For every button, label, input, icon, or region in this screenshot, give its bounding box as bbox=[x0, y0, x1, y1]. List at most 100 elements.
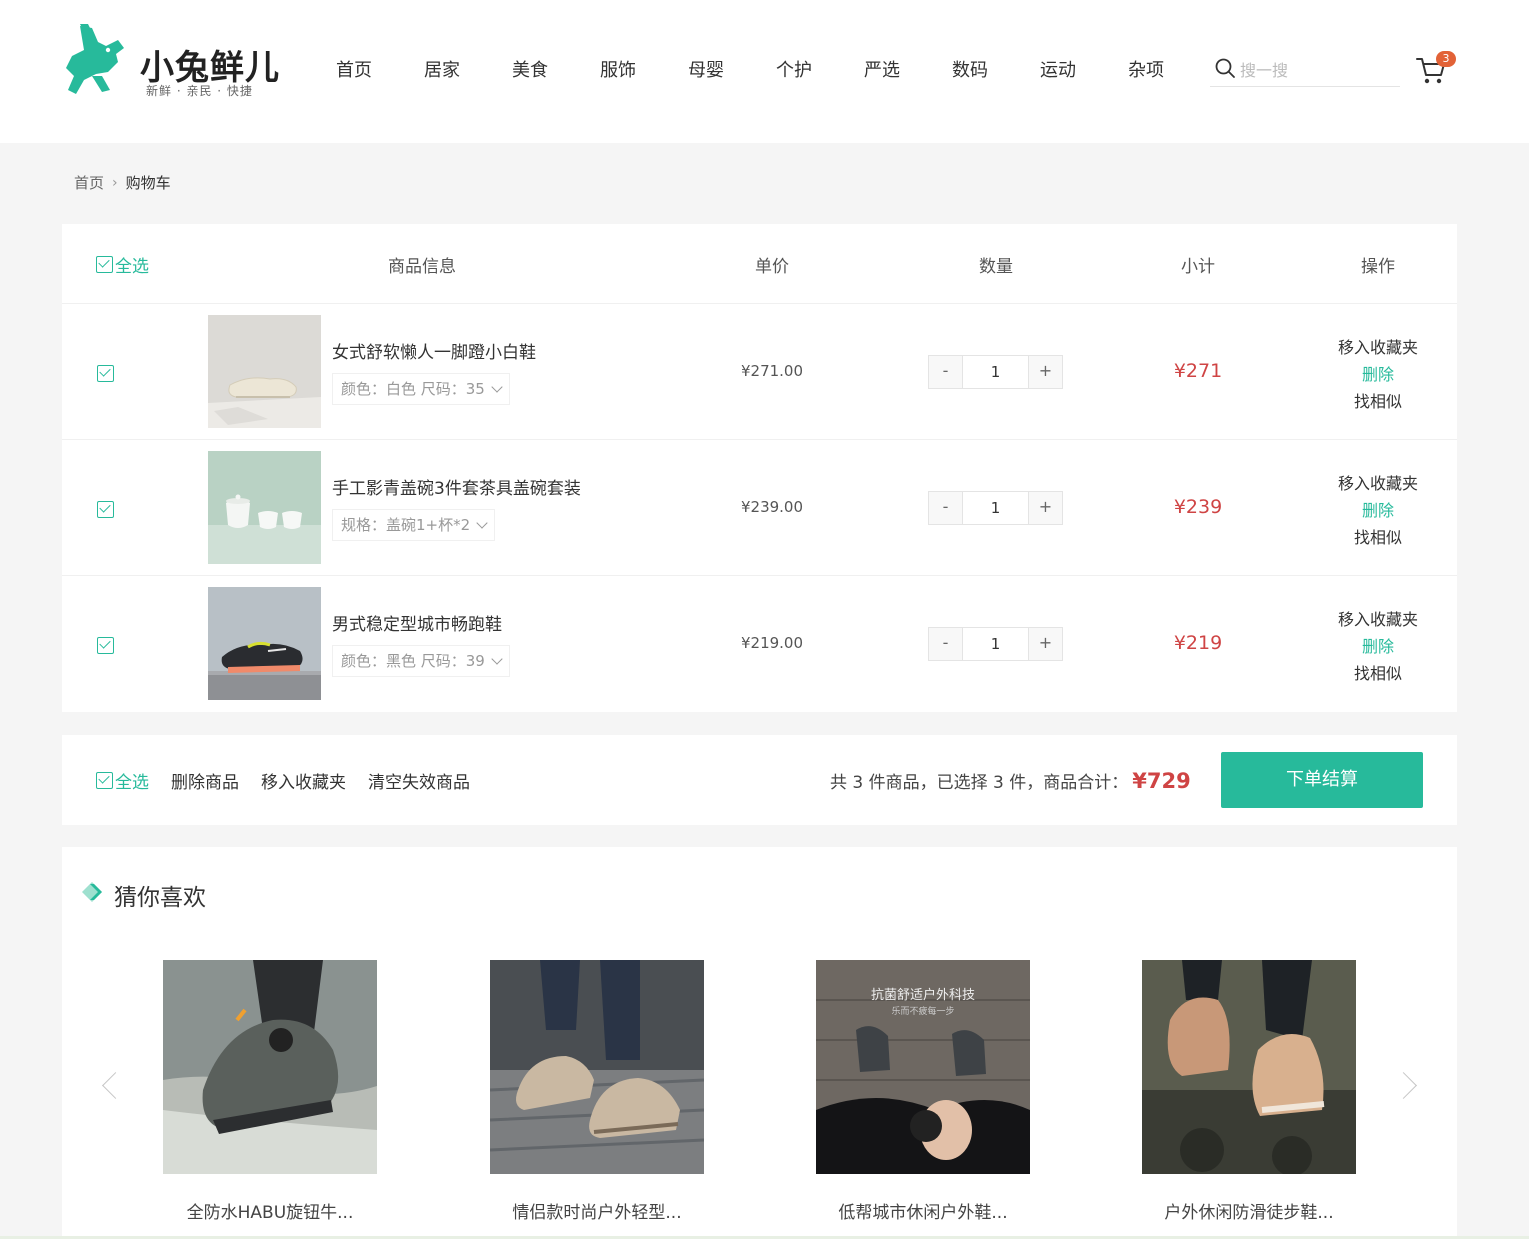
product-thumbnail[interactable] bbox=[208, 315, 321, 428]
find-similar-link[interactable]: 找相似 bbox=[1328, 524, 1428, 551]
product-spec-text: 颜色：黑色 尺码：39 bbox=[341, 652, 485, 670]
rabbit-logo-icon bbox=[66, 24, 124, 94]
select-all-checkbox[interactable] bbox=[96, 772, 113, 789]
clear-invalid-link[interactable]: 清空失效商品 bbox=[368, 768, 470, 793]
delete-link[interactable]: 删除 bbox=[1328, 497, 1428, 524]
item-checkbox[interactable] bbox=[97, 637, 114, 654]
item-ops: 移入收藏夹 删除 找相似 bbox=[1328, 470, 1428, 551]
select-all-label[interactable]: 全选 bbox=[115, 257, 149, 277]
move-to-favorites-link[interactable]: 移入收藏夹 bbox=[1328, 470, 1428, 497]
recommend-card[interactable]: 户外休闲防滑徒步鞋... bbox=[1142, 960, 1356, 1223]
cart-action-bar: 全选 删除商品 移入收藏夹 清空失效商品 共 3 件商品，已选择 3 件，商品合… bbox=[62, 735, 1457, 825]
qty-plus-button[interactable]: + bbox=[1029, 628, 1062, 660]
image-overlay-text: 抗菌舒适户外科技 bbox=[870, 988, 975, 1003]
nav-item-selection[interactable]: 严选 bbox=[838, 56, 926, 84]
nav-item-digital[interactable]: 数码 bbox=[926, 56, 1014, 84]
chevron-down-icon bbox=[491, 381, 503, 393]
product-thumbnail[interactable] bbox=[208, 451, 321, 564]
cart-row: 女式舒软懒人一脚蹬小白鞋 颜色：白色 尺码：35 ¥271.00 - 1 + ¥… bbox=[62, 304, 1457, 440]
qty-value[interactable]: 1 bbox=[962, 356, 1029, 388]
site-logo[interactable]: 小兔鲜儿 新鲜 · 亲民 · 快捷 bbox=[62, 20, 287, 100]
casual-shoe-image bbox=[490, 960, 704, 1174]
recommend-product-name: 全防水HABU旋钮牛... bbox=[186, 1203, 354, 1223]
running-shoe-image bbox=[208, 587, 321, 700]
nav-item-personal-care[interactable]: 个护 bbox=[750, 56, 838, 84]
qty-plus-button[interactable]: + bbox=[1029, 492, 1062, 524]
recommend-product-name: 户外休闲防滑徒步鞋... bbox=[1164, 1203, 1334, 1223]
nav-item-baby[interactable]: 母婴 bbox=[662, 56, 750, 84]
image-overlay-subtext: 乐而不疲每一步 bbox=[891, 1007, 955, 1017]
product-image bbox=[1142, 960, 1356, 1174]
delete-selected-link[interactable]: 删除商品 bbox=[171, 768, 239, 793]
cart-row: 男式稳定型城市畅跑鞋 颜色：黑色 尺码：39 ¥219.00 - 1 + ¥21… bbox=[62, 576, 1457, 712]
qty-minus-button[interactable]: - bbox=[929, 492, 962, 524]
item-ops: 移入收藏夹 删除 找相似 bbox=[1328, 334, 1428, 415]
quantity-stepper: - 1 + bbox=[928, 491, 1063, 525]
product-spec-dropdown[interactable]: 颜色：黑色 尺码：39 bbox=[332, 645, 510, 677]
quantity-stepper: - 1 + bbox=[928, 355, 1063, 389]
item-subtotal: ¥239 bbox=[1173, 496, 1223, 518]
item-subtotal: ¥219 bbox=[1173, 632, 1223, 654]
move-to-favorites-link[interactable]: 移入收藏夹 bbox=[1328, 334, 1428, 361]
product-name[interactable]: 手工影青盖碗3件套茶具盖碗套装 bbox=[332, 474, 581, 499]
nav-item-home-living[interactable]: 居家 bbox=[398, 56, 486, 84]
nav-item-apparel[interactable]: 服饰 bbox=[574, 56, 662, 84]
chevron-right-icon: › bbox=[112, 174, 118, 191]
cart-count-badge: 3 bbox=[1436, 51, 1456, 67]
checkout-button[interactable]: 下单结算 bbox=[1221, 752, 1423, 808]
recommend-card[interactable]: 抗菌舒适户外科技 乐而不疲每一步 低帮城市休闲户外鞋... bbox=[816, 960, 1030, 1223]
summary-text: 共 3 件商品，已选择 3 件，商品合计： bbox=[830, 773, 1129, 793]
delete-link[interactable]: 删除 bbox=[1328, 361, 1428, 388]
recommend-card[interactable]: 全防水HABU旋钮牛... bbox=[163, 960, 377, 1223]
qty-value[interactable]: 1 bbox=[962, 492, 1029, 524]
product-name[interactable]: 女式舒软懒人一脚蹬小白鞋 bbox=[332, 338, 536, 363]
recommend-section: 猜你喜欢 全防水HABU旋钮牛... 情侣款时尚户外轻型... 抗菌舒适户外科技… bbox=[62, 847, 1457, 1239]
select-all-header[interactable]: 全选 bbox=[96, 252, 149, 277]
nav-item-food[interactable]: 美食 bbox=[486, 56, 574, 84]
move-selected-to-favorites-link[interactable]: 移入收藏夹 bbox=[261, 768, 346, 793]
product-spec-dropdown[interactable]: 颜色：白色 尺码：35 bbox=[332, 373, 510, 405]
item-checkbox[interactable] bbox=[97, 501, 114, 518]
col-header-info: 商品信息 bbox=[388, 257, 456, 277]
item-ops: 移入收藏夹 删除 找相似 bbox=[1328, 606, 1428, 687]
col-header-qty: 数量 bbox=[979, 257, 1013, 277]
nav-item-sports[interactable]: 运动 bbox=[1014, 56, 1102, 84]
white-shoe-image bbox=[208, 315, 321, 428]
delete-link[interactable]: 删除 bbox=[1328, 633, 1428, 660]
product-spec-dropdown[interactable]: 规格：盖碗1+杯*2 bbox=[332, 509, 496, 541]
cart-summary: 共 3 件商品，已选择 3 件，商品合计： ¥729 bbox=[830, 768, 1191, 793]
col-header-price: 单价 bbox=[755, 257, 789, 277]
recommend-card[interactable]: 情侣款时尚户外轻型... bbox=[490, 960, 704, 1223]
quantity-stepper: - 1 + bbox=[928, 627, 1063, 661]
logo-slogan: 新鲜 · 亲民 · 快捷 bbox=[146, 84, 253, 98]
select-all-checkbox[interactable] bbox=[96, 256, 113, 273]
qty-value[interactable]: 1 bbox=[962, 628, 1029, 660]
recommend-product-name: 低帮城市休闲户外鞋... bbox=[838, 1203, 1008, 1223]
unit-price: ¥271.00 bbox=[740, 362, 804, 380]
find-similar-link[interactable]: 找相似 bbox=[1328, 388, 1428, 415]
recommend-title: 猜你喜欢 bbox=[114, 885, 206, 911]
search-icon[interactable] bbox=[1214, 57, 1236, 79]
search-input[interactable] bbox=[1240, 57, 1395, 83]
chevron-down-icon bbox=[476, 517, 488, 529]
col-header-subtotal: 小计 bbox=[1181, 257, 1215, 277]
tea-set-image bbox=[208, 451, 321, 564]
item-checkbox[interactable] bbox=[97, 365, 114, 382]
breadcrumb-home[interactable]: 首页 bbox=[74, 172, 104, 193]
find-similar-link[interactable]: 找相似 bbox=[1328, 660, 1428, 687]
nav-item-misc[interactable]: 杂项 bbox=[1102, 56, 1190, 84]
product-name[interactable]: 男式稳定型城市畅跑鞋 bbox=[332, 610, 502, 635]
batch-actions: 全选 删除商品 移入收藏夹 清空失效商品 bbox=[96, 768, 470, 793]
qty-minus-button[interactable]: - bbox=[929, 356, 962, 388]
carousel-prev-arrow[interactable] bbox=[96, 1069, 120, 1103]
main-nav: 首页 居家 美食 服饰 母婴 个护 严选 数码 运动 杂项 bbox=[310, 56, 1190, 84]
carousel-next-arrow[interactable] bbox=[1398, 1069, 1422, 1103]
qty-plus-button[interactable]: + bbox=[1029, 356, 1062, 388]
product-spec-text: 规格：盖碗1+杯*2 bbox=[341, 516, 471, 534]
move-to-favorites-link[interactable]: 移入收藏夹 bbox=[1328, 606, 1428, 633]
item-subtotal: ¥271 bbox=[1173, 360, 1223, 382]
nav-item-home[interactable]: 首页 bbox=[310, 56, 398, 84]
select-all-label[interactable]: 全选 bbox=[115, 768, 149, 793]
product-thumbnail[interactable] bbox=[208, 587, 321, 700]
qty-minus-button[interactable]: - bbox=[929, 628, 962, 660]
